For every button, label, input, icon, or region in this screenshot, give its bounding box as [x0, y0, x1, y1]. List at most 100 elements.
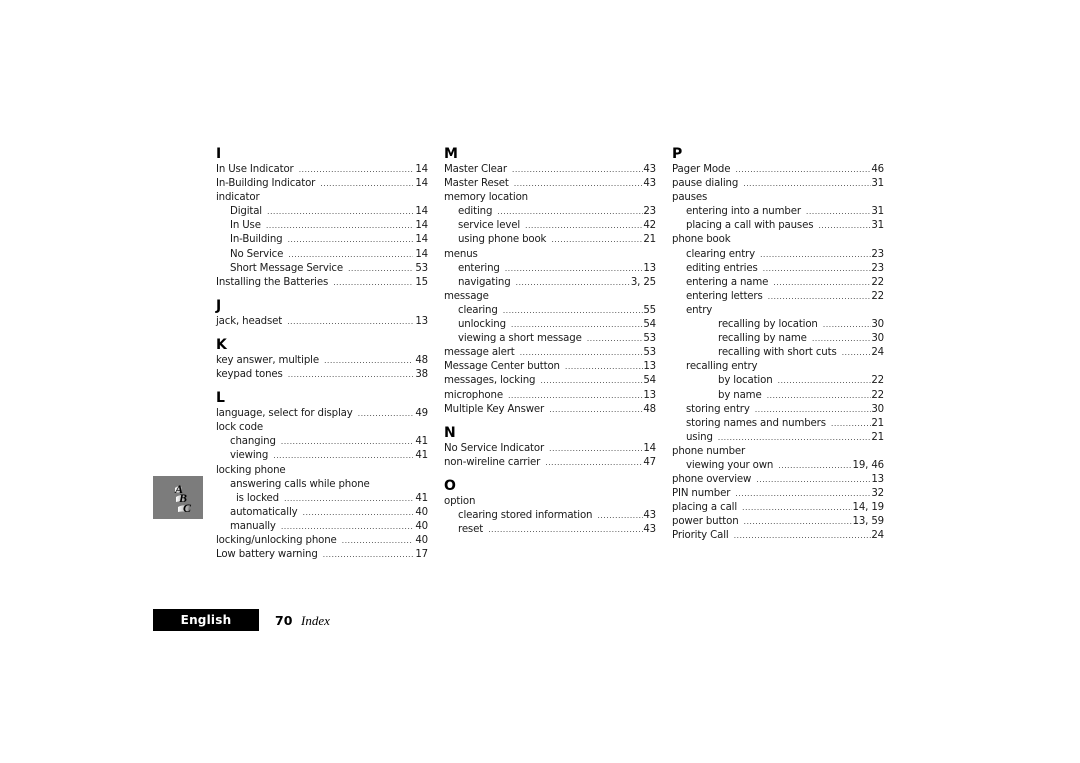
entry-term: non-wireline carrier	[444, 456, 541, 468]
index-entry: recalling with short cuts 24	[672, 346, 884, 360]
dot-leader	[818, 219, 871, 233]
index-entry: using phone book 21	[444, 233, 656, 247]
entry-page: 14	[643, 442, 656, 454]
entry-page: 49	[415, 408, 428, 420]
index-entry: phone book	[672, 233, 884, 247]
dot-leader	[806, 205, 871, 219]
entry-page: 13	[643, 389, 656, 401]
entry-term: Short Message Service	[230, 262, 343, 274]
index-entry: key answer, multiple 48	[216, 354, 428, 368]
index-entry: service level 42	[444, 219, 656, 233]
index-entry: navigating 3, 25	[444, 276, 656, 290]
dot-leader	[525, 219, 643, 233]
index-entry: jack, headset 13	[216, 315, 428, 329]
section-letter: L	[216, 390, 225, 407]
entry-term: phone overview	[672, 474, 752, 486]
index-entry: clearing 55	[444, 304, 656, 318]
entry-term: entry	[686, 304, 713, 316]
index-entry: keypad tones 38	[216, 368, 428, 382]
entry-page: 43	[643, 524, 656, 536]
dot-leader	[281, 520, 414, 534]
dot-leader	[512, 163, 643, 177]
index-entry: Priority Call 24	[672, 529, 884, 543]
dot-leader	[288, 368, 414, 382]
index-entry: message alert 53	[444, 346, 656, 360]
entry-term: recalling by location	[718, 319, 818, 331]
language-label: English	[153, 609, 259, 631]
index-entry: reset 43	[444, 523, 656, 537]
dot-leader	[348, 262, 413, 276]
dot-leader	[755, 403, 872, 417]
dot-leader	[323, 548, 414, 562]
index-entry: Master Reset 43	[444, 177, 656, 191]
entry-page: 13, 59	[852, 516, 884, 528]
dot-leader	[516, 276, 631, 290]
dot-leader	[508, 389, 643, 403]
dot-leader	[597, 509, 643, 523]
abc-index-tab: A B C	[153, 476, 203, 519]
entry-term: placing a call with pauses	[686, 220, 814, 232]
entry-term: recalling by name	[718, 333, 807, 345]
dot-leader	[565, 360, 643, 374]
entry-page: 21	[871, 417, 884, 429]
index-entry: Message Center button 13	[444, 360, 656, 374]
entry-term: Master Reset	[444, 178, 509, 190]
dot-leader	[831, 417, 871, 431]
index-entry: No Service Indicator 14	[444, 442, 656, 456]
index-entry: In-Building Indicator 14	[216, 177, 428, 191]
entry-page: 14	[415, 220, 428, 232]
dot-leader	[549, 403, 643, 417]
entry-term: lock code	[216, 422, 264, 434]
entry-term: viewing a short message	[458, 333, 582, 345]
entry-page: 13	[643, 262, 656, 274]
dot-leader	[514, 177, 644, 191]
index-entry: Pager Mode 46	[672, 163, 884, 177]
entry-term: viewing	[230, 450, 269, 462]
index-entry: non-wireline carrier 47	[444, 456, 656, 470]
section-letter: P	[672, 146, 683, 162]
entry-term: No Service Indicator	[444, 442, 544, 454]
index-entry: In-Building 14	[216, 233, 428, 247]
entry-page: 53	[643, 347, 656, 359]
entry-term: phone book	[672, 234, 731, 246]
entry-term: answering calls while phone	[230, 478, 370, 490]
entry-page: 21	[871, 431, 884, 443]
entry-page: 13	[871, 474, 884, 486]
entry-page: 31	[871, 206, 884, 218]
index-entry: answering calls while phone	[216, 478, 428, 492]
entry-term: service level	[458, 220, 521, 232]
entry-term: clearing stored information	[458, 509, 593, 521]
index-entry: Multiple Key Answer 48	[444, 403, 656, 417]
dot-leader	[520, 346, 644, 360]
entry-term: unlocking	[458, 319, 506, 331]
dot-leader	[511, 318, 643, 332]
dot-leader	[734, 529, 872, 543]
section-letter: O	[444, 477, 456, 494]
dot-leader	[756, 473, 871, 487]
entry-term: using	[686, 431, 713, 443]
entry-page: 22	[871, 276, 884, 288]
index-entry: by location 22	[672, 374, 884, 388]
dot-leader	[267, 205, 413, 219]
entry-page: 24	[871, 530, 884, 542]
index-entry: entering 13	[444, 262, 656, 276]
index-section: PPager Mode46pause dialing31pausesenteri…	[672, 145, 884, 544]
index-entry: In Use Indicator 14	[216, 163, 428, 177]
entry-term: manually	[230, 520, 276, 532]
entry-term: Master Clear	[444, 164, 507, 175]
entry-term: automatically	[230, 506, 298, 518]
entry-page: 38	[415, 369, 428, 381]
section-letter: K	[216, 336, 227, 353]
page-title: Index	[301, 613, 330, 628]
index-entry: pauses	[672, 191, 884, 205]
entry-term: Message Center button	[444, 361, 560, 373]
index-entry: storing entry 30	[672, 403, 884, 417]
dot-leader	[549, 442, 643, 456]
index-entry: lock code	[216, 421, 428, 435]
dot-leader	[266, 219, 413, 233]
dot-leader	[778, 374, 872, 388]
entry-page: 55	[643, 304, 656, 316]
entry-page: 14	[415, 234, 428, 246]
page-number: 70	[275, 613, 293, 628]
entry-term: viewing your own	[686, 459, 774, 471]
